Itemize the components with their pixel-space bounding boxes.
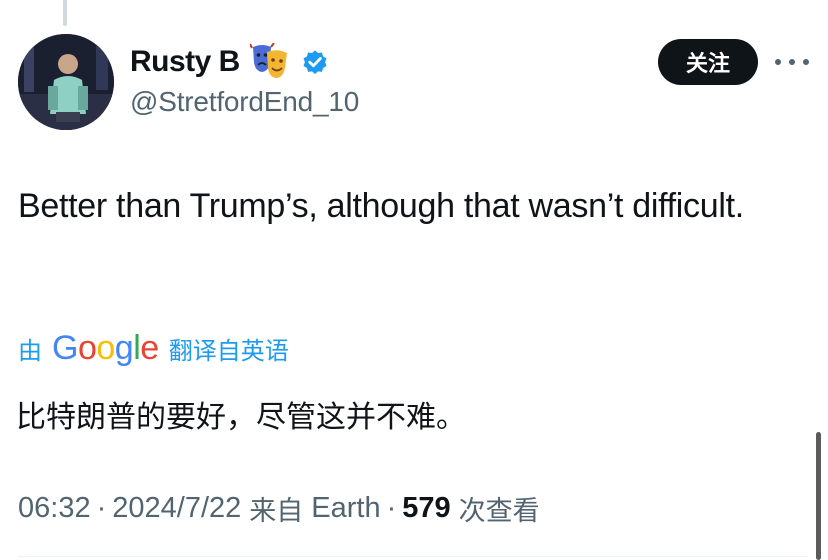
tweet-date[interactable]: 2024/7/22 bbox=[112, 492, 241, 525]
follow-button[interactable]: 关注 bbox=[658, 39, 758, 85]
author-name-row: Rusty B bbox=[130, 42, 330, 82]
tweet-meta: 06:32 · 2024/7/22 来自 Earth · 579 次查看 bbox=[18, 488, 540, 528]
source-prefix: 来自 bbox=[249, 495, 304, 527]
author-handle[interactable]: @StretfordEnd_10 bbox=[130, 86, 359, 118]
meta-separator: · bbox=[96, 491, 107, 524]
verified-badge-icon bbox=[300, 47, 330, 77]
views-label: 次查看 bbox=[458, 495, 540, 527]
more-horizontal-icon[interactable] bbox=[775, 48, 809, 76]
more-dot bbox=[775, 59, 781, 65]
tweet-text: Better than Trump’s, although that wasn’… bbox=[18, 187, 744, 225]
thread-connector-line bbox=[63, 0, 67, 26]
translated-tweet-text: 比特朗普的要好，尽管这并不难。 bbox=[16, 400, 466, 435]
meta-separator: · bbox=[386, 491, 397, 524]
translation-suffix: 翻译自英语 bbox=[168, 336, 289, 365]
scrollbar[interactable] bbox=[816, 432, 821, 560]
performing-arts-masks-icon bbox=[249, 43, 290, 81]
more-dot bbox=[803, 59, 809, 65]
divider bbox=[18, 556, 808, 557]
author-display-name[interactable]: Rusty B bbox=[130, 45, 240, 79]
avatar[interactable] bbox=[18, 34, 114, 130]
translation-prefix: 由 bbox=[18, 336, 42, 365]
translation-attribution[interactable]: 由 Google 翻译自英语 bbox=[18, 326, 289, 370]
tweet-source: Earth bbox=[311, 491, 381, 524]
avatar-image bbox=[18, 34, 114, 130]
more-dot bbox=[789, 59, 795, 65]
google-logo: Google bbox=[52, 329, 159, 367]
tweet-time[interactable]: 06:32 bbox=[18, 492, 91, 525]
views-count[interactable]: 579 bbox=[402, 492, 450, 525]
